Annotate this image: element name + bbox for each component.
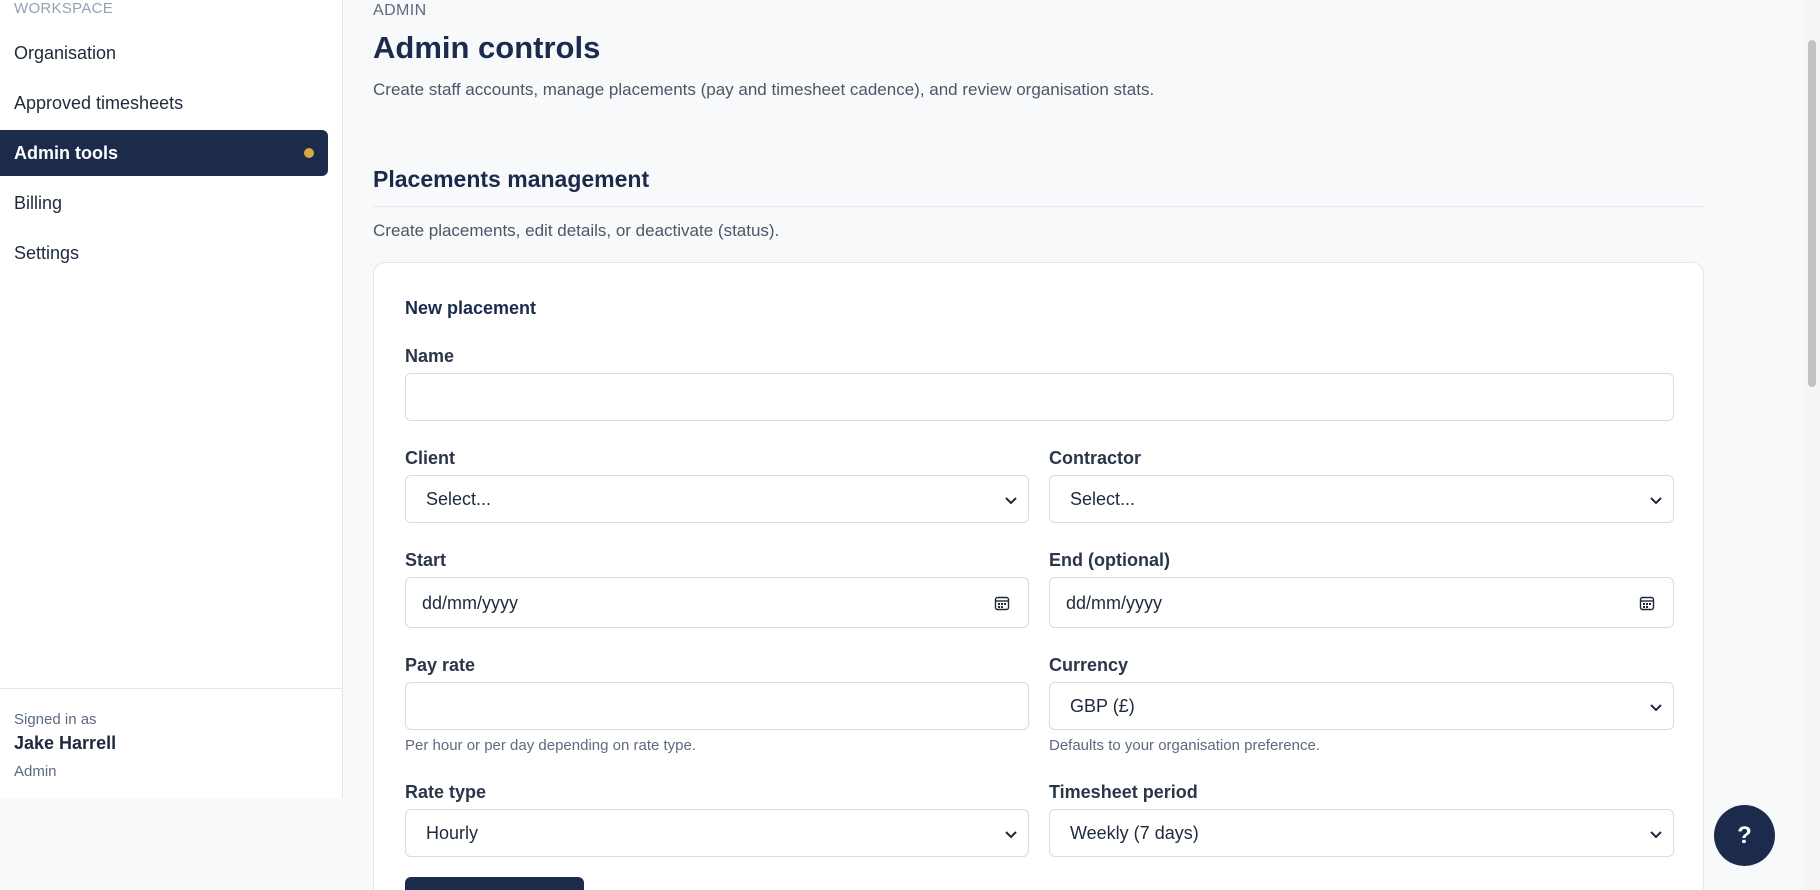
- sidebar-item-label: Approved timesheets: [14, 92, 184, 113]
- active-indicator-dot: [304, 148, 314, 158]
- end-date-input[interactable]: dd/mm/yyyy: [1049, 577, 1674, 628]
- sidebar-item-settings[interactable]: Settings: [0, 230, 328, 276]
- sidebar-section-label: WORKSPACE: [14, 0, 114, 17]
- user-panel: Signed in as Jake Harrell Admin: [0, 688, 342, 780]
- contractor-select-value: Select...: [1070, 489, 1136, 509]
- sidebar-item-label: Admin tools: [14, 142, 118, 163]
- client-select-value: Select...: [426, 489, 492, 509]
- name-label: Name: [405, 346, 455, 366]
- sidebar-nav: Organisation Approved timesheets Admin t…: [0, 30, 328, 280]
- page-scrollbar[interactable]: [1804, 0, 1820, 890]
- calendar-icon[interactable]: [1639, 595, 1655, 611]
- pay-rate-help: Per hour or per day depending on rate ty…: [405, 737, 697, 754]
- page-eyebrow: ADMIN: [373, 2, 427, 19]
- sidebar-item-approved-timesheets[interactable]: Approved timesheets: [0, 80, 328, 126]
- page-description: Create staff accounts, manage placements…: [373, 80, 1155, 99]
- chevron-down-icon: [1650, 704, 1662, 712]
- end-date-value: dd/mm/yyyy: [1066, 593, 1163, 613]
- user-name: Jake Harrell: [14, 733, 117, 753]
- currency-label: Currency: [1049, 655, 1129, 675]
- sidebar-item-organisation[interactable]: Organisation: [0, 30, 328, 76]
- chevron-down-icon: [1005, 831, 1017, 839]
- currency-select[interactable]: GBP (£): [1049, 682, 1674, 730]
- sidebar-item-label: Settings: [14, 242, 80, 263]
- chevron-down-icon: [1650, 831, 1662, 839]
- rate-type-label: Rate type: [405, 782, 487, 802]
- section-description: Create placements, edit details, or deac…: [373, 221, 780, 240]
- sidebar-item-admin-tools[interactable]: Admin tools: [0, 130, 328, 176]
- pay-rate-input[interactable]: [405, 682, 1029, 730]
- section-divider: [373, 206, 1704, 207]
- user-role: Admin: [14, 763, 57, 780]
- pay-rate-label: Pay rate: [405, 655, 476, 675]
- page-title: Admin controls: [373, 30, 601, 65]
- sidebar-item-label: Organisation: [14, 42, 117, 63]
- client-select[interactable]: Select...: [405, 475, 1029, 523]
- contractor-label: Contractor: [1049, 448, 1142, 468]
- create-placement-button[interactable]: [405, 877, 584, 890]
- start-date-value: dd/mm/yyyy: [422, 593, 519, 613]
- end-label: End (optional): [1049, 550, 1170, 570]
- timesheet-period-label: Timesheet period: [1049, 782, 1198, 802]
- rate-type-select-value: Hourly: [426, 823, 479, 843]
- contractor-select[interactable]: Select...: [1049, 475, 1674, 523]
- chevron-down-icon: [1650, 497, 1662, 505]
- currency-select-value: GBP (£): [1070, 696, 1135, 716]
- scrollbar-thumb[interactable]: [1808, 40, 1816, 387]
- currency-help: Defaults to your organisation preference…: [1049, 737, 1320, 754]
- sidebar: WORKSPACE Organisation Approved timeshee…: [0, 0, 343, 798]
- calendar-icon[interactable]: [994, 595, 1010, 611]
- help-button-label: ?: [1737, 821, 1752, 849]
- start-label: Start: [405, 550, 447, 570]
- rate-type-select[interactable]: Hourly: [405, 809, 1029, 857]
- section-title: Placements management: [373, 166, 650, 192]
- sidebar-item-label: Billing: [14, 192, 63, 213]
- client-label: Client: [405, 448, 456, 468]
- signed-in-label: Signed in as: [14, 711, 97, 728]
- name-input[interactable]: [405, 373, 1674, 421]
- card-title: New placement: [405, 298, 537, 318]
- help-button[interactable]: ?: [1714, 805, 1775, 866]
- chevron-down-icon: [1005, 497, 1017, 505]
- sidebar-item-billing[interactable]: Billing: [0, 180, 328, 226]
- new-placement-card: New placement Name Client Select... Cont…: [373, 262, 1704, 890]
- timesheet-period-select-value: Weekly (7 days): [1070, 823, 1199, 843]
- start-date-input[interactable]: dd/mm/yyyy: [405, 577, 1029, 628]
- timesheet-period-select[interactable]: Weekly (7 days): [1049, 809, 1674, 857]
